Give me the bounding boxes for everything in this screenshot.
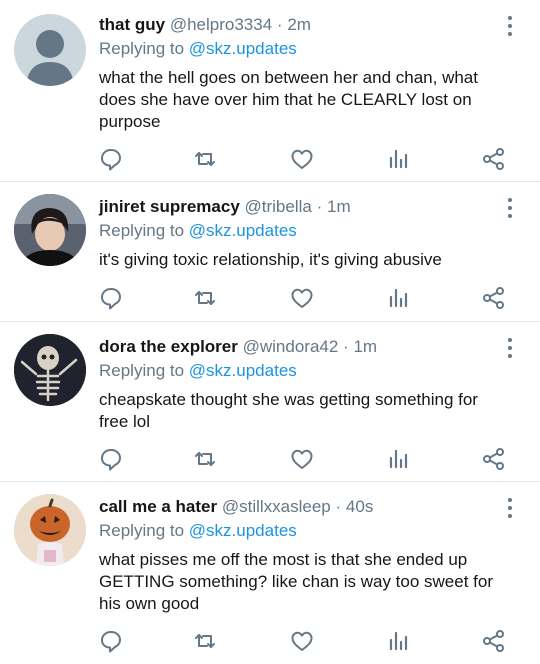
tweet[interactable]: call me a hater @stillxxasleep · 40s Rep… bbox=[0, 482, 540, 664]
action-bar bbox=[0, 627, 540, 655]
separator: · bbox=[316, 197, 323, 216]
timestamp[interactable]: 2m bbox=[287, 15, 311, 34]
replying-to: Replying to @skz.updates bbox=[99, 220, 297, 242]
replying-label: Replying to bbox=[99, 361, 185, 380]
action-bar bbox=[0, 445, 540, 473]
analytics-icon[interactable] bbox=[384, 627, 412, 655]
action-bar bbox=[0, 145, 540, 173]
tweet-text: what pisses me off the most is that she … bbox=[99, 550, 493, 613]
more-icon[interactable] bbox=[504, 16, 516, 36]
avatar[interactable] bbox=[14, 194, 86, 266]
retweet-icon[interactable] bbox=[191, 445, 219, 473]
like-icon[interactable] bbox=[288, 445, 316, 473]
tweet-header: dora the explorer @windora42 · 1m bbox=[99, 336, 500, 358]
mention-link[interactable]: @skz.updates bbox=[189, 361, 297, 380]
mention-link[interactable]: @skz.updates bbox=[189, 221, 297, 240]
more-icon[interactable] bbox=[504, 338, 516, 358]
reply-icon[interactable] bbox=[97, 145, 125, 173]
retweet-icon[interactable] bbox=[191, 145, 219, 173]
timestamp[interactable]: 1m bbox=[327, 197, 351, 216]
avatar[interactable] bbox=[14, 14, 86, 86]
retweet-icon[interactable] bbox=[191, 627, 219, 655]
tweet-text: what the hell goes on between her and ch… bbox=[99, 68, 478, 131]
replying-label: Replying to bbox=[99, 521, 185, 540]
avatar[interactable] bbox=[14, 494, 86, 566]
analytics-icon[interactable] bbox=[384, 145, 412, 173]
mention-link[interactable]: @skz.updates bbox=[189, 39, 297, 58]
separator: · bbox=[276, 15, 283, 34]
more-icon[interactable] bbox=[504, 198, 516, 218]
replying-label: Replying to bbox=[99, 39, 185, 58]
display-name[interactable]: dora the explorer bbox=[99, 337, 238, 356]
separator: · bbox=[343, 337, 349, 356]
photo-avatar-icon bbox=[14, 194, 86, 266]
mention-link[interactable]: @skz.updates bbox=[189, 521, 297, 540]
display-name[interactable]: call me a hater bbox=[99, 497, 217, 516]
retweet-icon[interactable] bbox=[191, 284, 219, 312]
username[interactable]: @stillxxasleep bbox=[222, 497, 331, 516]
skeleton-avatar-icon bbox=[14, 334, 86, 406]
share-icon[interactable] bbox=[480, 145, 508, 173]
replying-label: Replying to bbox=[99, 221, 185, 240]
action-bar bbox=[0, 284, 540, 312]
analytics-icon[interactable] bbox=[384, 445, 412, 473]
reply-icon[interactable] bbox=[97, 445, 125, 473]
like-icon[interactable] bbox=[288, 284, 316, 312]
timestamp[interactable]: 40s bbox=[346, 497, 373, 516]
analytics-icon[interactable] bbox=[384, 284, 412, 312]
default-avatar-icon bbox=[26, 30, 74, 86]
replying-to: Replying to @skz.updates bbox=[99, 520, 297, 542]
tweet-text: it's giving toxic relationship, it's giv… bbox=[99, 250, 442, 269]
share-icon[interactable] bbox=[480, 627, 508, 655]
tweet[interactable]: dora the explorer @windora42 · 1m Replyi… bbox=[0, 322, 540, 482]
tweet-text: cheapskate thought she was getting somet… bbox=[99, 390, 478, 431]
timestamp[interactable]: 1m bbox=[353, 337, 377, 356]
like-icon[interactable] bbox=[288, 627, 316, 655]
tweet[interactable]: that guy @helpro3334 · 2m Replying to @s… bbox=[0, 0, 540, 182]
separator: · bbox=[335, 497, 342, 516]
reply-icon[interactable] bbox=[97, 627, 125, 655]
share-icon[interactable] bbox=[480, 284, 508, 312]
replying-to: Replying to @skz.updates bbox=[99, 38, 297, 60]
tweet-header: that guy @helpro3334 · 2m bbox=[99, 14, 500, 36]
like-icon[interactable] bbox=[288, 145, 316, 173]
pumpkin-avatar-icon bbox=[14, 494, 86, 566]
reply-icon[interactable] bbox=[97, 284, 125, 312]
tweet-header: jiniret supremacy @tribella · 1m bbox=[99, 196, 500, 218]
username[interactable]: @helpro3334 bbox=[170, 15, 272, 34]
more-icon[interactable] bbox=[504, 498, 516, 518]
share-icon[interactable] bbox=[480, 445, 508, 473]
display-name[interactable]: that guy bbox=[99, 15, 165, 34]
replying-to: Replying to @skz.updates bbox=[99, 360, 297, 382]
tweet-header: call me a hater @stillxxasleep · 40s bbox=[99, 496, 500, 518]
username[interactable]: @windora42 bbox=[243, 337, 339, 356]
avatar[interactable] bbox=[14, 334, 86, 406]
display-name[interactable]: jiniret supremacy bbox=[99, 197, 240, 216]
tweet[interactable]: jiniret supremacy @tribella · 1m Replyin… bbox=[0, 182, 540, 322]
username[interactable]: @tribella bbox=[245, 197, 312, 216]
